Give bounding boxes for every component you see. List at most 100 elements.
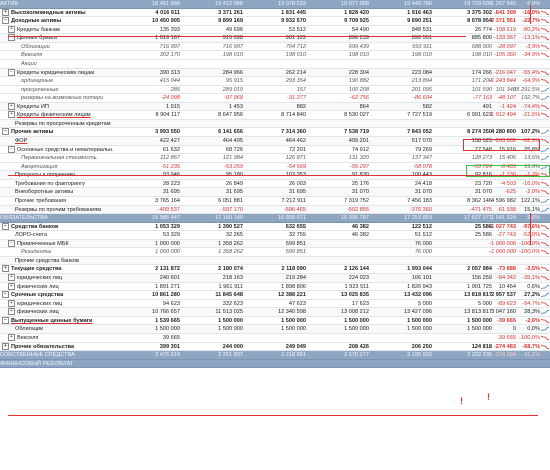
row-label-text: ФОР: [15, 138, 28, 144]
table-row[interactable]: + Кредиты банкам 135 393 49 696 53 512 54 490…: [0, 25, 550, 35]
expand-icon[interactable]: +: [8, 299, 15, 307]
table-row: просроченные 285 289 019 157 100 208 201 095 1…: [0, 86, 550, 95]
expand-icon[interactable]: +: [8, 102, 15, 110]
annotation-line: [8, 36, 466, 37]
table-row[interactable]: + Текущие средства 2 131 872 2 180 074 2 118…: [0, 265, 550, 274]
row-label-text: физических лиц: [17, 283, 59, 290]
value-cell: 76 000: [414, 249, 432, 256]
value-cell: 882: [296, 103, 306, 110]
change-percent-cell: 27,2%: [524, 292, 540, 299]
collapse-icon[interactable]: −: [2, 222, 9, 230]
value-cell: -597 170: [220, 206, 243, 213]
sparkline-icon: [541, 224, 549, 229]
table-row[interactable]: + физических лиц 10 766 657 11 513 025 12 34…: [0, 308, 550, 317]
expand-icon[interactable]: +: [8, 25, 15, 33]
collapse-icon[interactable]: −: [8, 68, 15, 76]
change-percent-cell: -2,6%: [525, 317, 540, 324]
row-label: Облигации: [0, 43, 120, 52]
table-row[interactable]: − Срочные средства 10 861 280 11 845 648 12 …: [0, 291, 550, 300]
table-row[interactable]: − Привлеченные МБК 1 000 000 1 358 262 599 8…: [0, 239, 550, 249]
value-cell: 2 251 937: [218, 352, 243, 359]
change-percent-cell: 28,3%: [524, 309, 540, 316]
table-row[interactable]: − Кредиты юридическим лицам 390 313 284 966…: [0, 68, 550, 78]
table-row[interactable]: + Кредиты физическим лицам 8 904 117 8 647 …: [0, 111, 550, 120]
value-cell: 285: [170, 86, 180, 93]
value-cell: 1 500 000: [155, 326, 180, 333]
sparkline-icon: [541, 70, 549, 75]
value-cell: 135 393: [159, 26, 180, 33]
value-cell: 228 304: [348, 69, 369, 76]
value-cell: 18 461 966: [152, 1, 180, 7]
value-cell: 8 904 117: [155, 112, 180, 119]
annotation-line: [530, 213, 531, 245]
collapse-icon[interactable]: −: [8, 145, 15, 153]
table-row[interactable]: − Выпущенные ценные бумаги 1 539 665 1 500 …: [0, 316, 550, 326]
table-row: Требования по факторингу 28 223 26 849 26 0…: [0, 180, 550, 189]
row-label: + Прочие обязательства: [0, 342, 120, 352]
expand-icon[interactable]: +: [8, 274, 15, 282]
value-cell: 126 871: [285, 155, 306, 162]
value-cell: -53 259: [224, 163, 243, 170]
table-row[interactable]: + Кредиты ИП 1 915 1 453 882 864 582 491 -1 424-…: [0, 102, 550, 112]
expand-icon[interactable]: +: [8, 111, 15, 119]
row-label: + Кредиты банкам: [0, 25, 120, 35]
value-cell: 244 000: [222, 343, 243, 350]
value-cell: 213 894: [411, 78, 432, 85]
expand-icon[interactable]: +: [8, 333, 15, 341]
value-cell: 112 867: [160, 155, 180, 162]
table-row[interactable]: + Векселя 39 665 -39 665 -100,0%: [0, 333, 550, 343]
value-cell: 2 195 933: [407, 352, 432, 359]
value-cell: 13 025 835: [341, 292, 369, 299]
value-cell: 240 601: [159, 275, 180, 281]
value-cell: 2 126 144: [344, 266, 369, 273]
value-cell: 10 450 905: [152, 18, 180, 25]
table-row[interactable]: + юридических лиц 94 623 332 623 47 623 17 62…: [0, 299, 550, 309]
value-cell: 61 632: [162, 146, 180, 153]
value-cell: 19 412 088: [215, 1, 243, 7]
row-label-text: ординарные: [21, 78, 54, 85]
value-cell: 26 003: [288, 180, 306, 187]
expand-icon[interactable]: +: [8, 282, 15, 290]
table-row[interactable]: + физических лиц 1 891 271 1 961 911 1 898 8…: [0, 282, 550, 292]
value-cell: -56 297: [350, 163, 369, 170]
value-cell: 11 845 648: [215, 292, 243, 299]
row-label: − Прочие активы: [0, 128, 120, 137]
change-percent-cell: -3,5%: [525, 266, 540, 273]
collapse-icon[interactable]: −: [2, 291, 9, 299]
expand-icon[interactable]: +: [2, 342, 9, 350]
expand-icon[interactable]: +: [2, 265, 9, 273]
value-cell: -62 756: [350, 95, 369, 102]
row-label: + физических лиц: [0, 308, 120, 317]
value-cell: 1 898 806: [281, 283, 306, 290]
collapse-icon[interactable]: −: [2, 316, 9, 324]
annotation-line: [8, 415, 538, 416]
change-percent-cell: -97,6%: [522, 223, 540, 230]
table-row[interactable]: + юридических лиц 240 601 218 163 219 284 224…: [0, 274, 550, 283]
row-label: + Кредиты физическим лицам: [0, 111, 120, 120]
row-label: ЛОРО-счета: [0, 231, 120, 240]
expand-icon[interactable]: +: [8, 308, 15, 316]
collapse-icon[interactable]: −: [2, 128, 9, 136]
row-label-text: Облигации: [21, 43, 50, 50]
row-label-text: Резервы по прочим требованиям: [15, 206, 102, 213]
annotation-line: [530, 4, 531, 24]
value-cell: -51 235: [161, 163, 180, 170]
sparkline-icon: [541, 138, 549, 144]
value-cell: 716 997: [222, 43, 243, 50]
value-cell: 54 490: [351, 26, 369, 33]
expand-icon[interactable]: +: [2, 8, 9, 16]
value-cell: 8 530 027: [344, 112, 369, 119]
collapse-icon[interactable]: −: [8, 239, 15, 247]
collapse-icon[interactable]: −: [2, 17, 9, 25]
table-row[interactable]: − Доходные активы 10 450 905 9 899 169 9 932…: [0, 17, 550, 26]
row-label-text: АКТИВ: [0, 1, 19, 7]
table-row[interactable]: − Средства банков 1 053 329 1 390 527 632 65…: [0, 222, 550, 232]
table-row[interactable]: + Высоколиквидные активы 4 016 611 3 371 26…: [0, 8, 550, 18]
value-cell: 7 538 719: [344, 129, 369, 136]
row-label: Прочие требования: [0, 197, 120, 206]
row-label-text: Прочие обязательства: [11, 343, 75, 350]
value-cell: 13 427 096: [404, 309, 432, 316]
value-cell: 1 828 420: [344, 9, 369, 16]
table-row[interactable]: + Прочие обязательства 399 301 244 000 249 0…: [0, 342, 550, 352]
table-row[interactable]: − Прочие активы 3 993 550 6 141 656 7 314 36…: [0, 128, 550, 137]
